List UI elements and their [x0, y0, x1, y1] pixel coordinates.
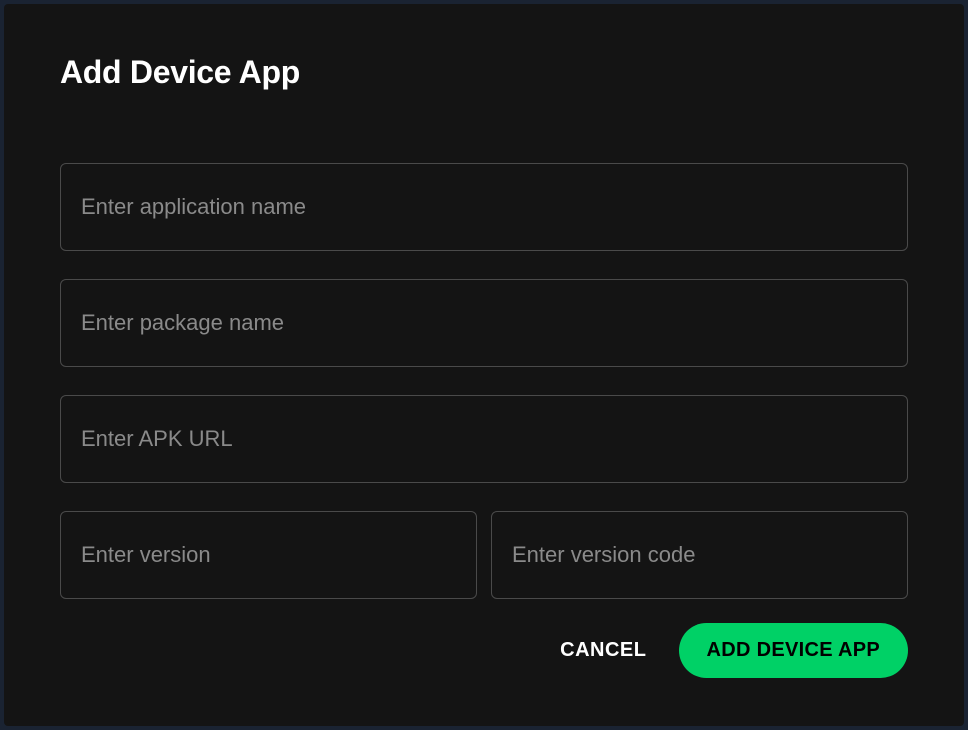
version-code-input[interactable] — [491, 511, 908, 599]
modal-title: Add Device App — [60, 54, 908, 91]
application-name-input[interactable] — [60, 163, 908, 251]
apk-url-input[interactable] — [60, 395, 908, 483]
form-container — [60, 163, 908, 599]
modal-actions: CANCEL ADD DEVICE APP — [60, 623, 908, 678]
version-input[interactable] — [60, 511, 477, 599]
package-name-input[interactable] — [60, 279, 908, 367]
cancel-button[interactable]: CANCEL — [560, 639, 646, 662]
version-row — [60, 511, 908, 599]
add-device-app-button[interactable]: ADD DEVICE APP — [679, 623, 909, 678]
add-device-app-modal: Add Device App CANCEL ADD DEVICE APP — [4, 4, 964, 726]
